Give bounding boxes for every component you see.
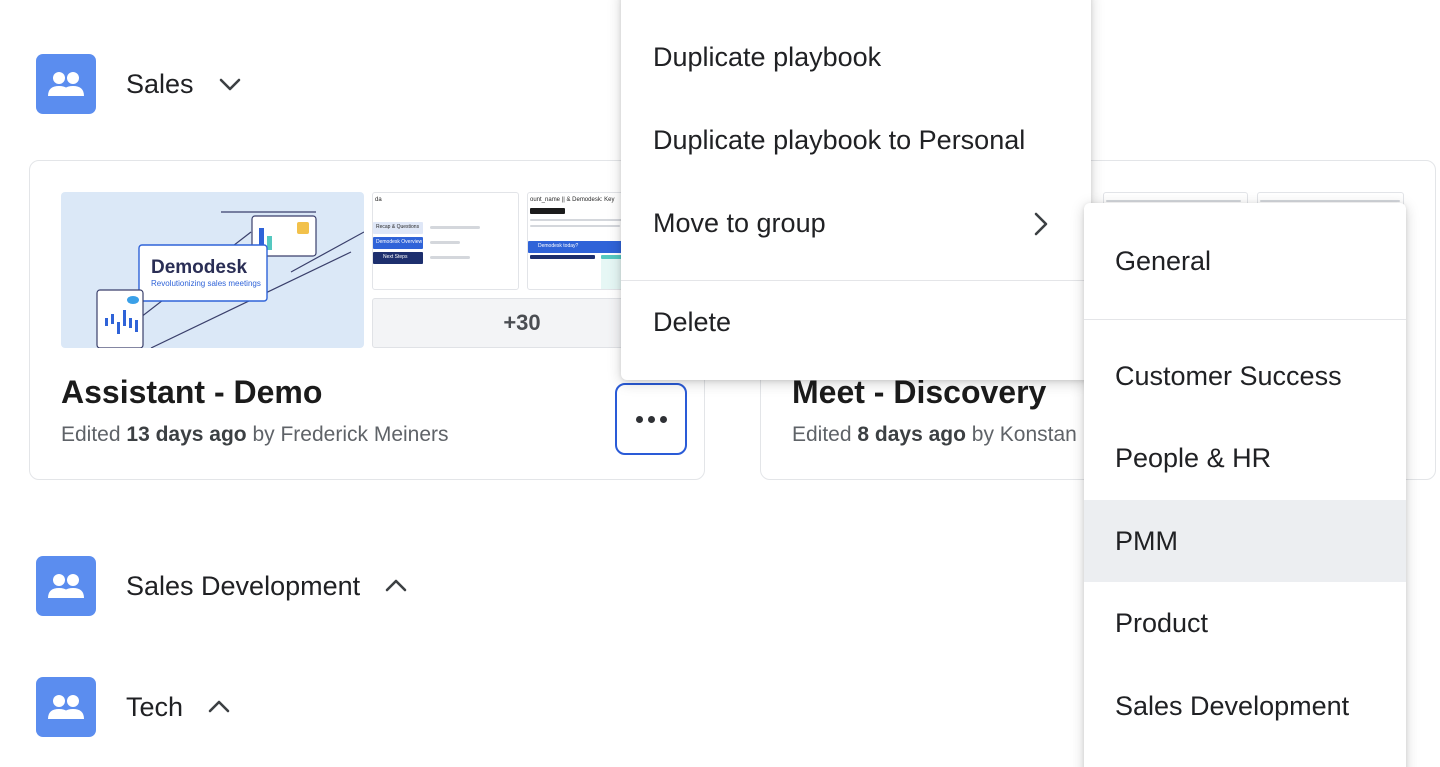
submenu-item-pmm[interactable]: PMM	[1084, 500, 1406, 582]
submenu-item-product[interactable]: Product	[1084, 582, 1406, 664]
group-title: Sales	[126, 68, 194, 99]
playbook-card[interactable]: Demodesk Revolutionizing sales meetings …	[29, 160, 705, 480]
submenu-item-people-hr[interactable]: People & HR	[1084, 417, 1406, 499]
group-people-icon	[36, 54, 96, 114]
logo-tagline: Revolutionizing sales meetings	[151, 279, 261, 288]
slide-thumbnail[interactable]: da Recap & Questions Demodesk Overview N…	[372, 192, 519, 290]
submenu-item-customer-success[interactable]: Customer Success	[1084, 335, 1406, 417]
submenu-item-general[interactable]: General	[1084, 220, 1406, 302]
menu-divider	[1084, 319, 1406, 320]
group-title: Sales Development	[126, 570, 361, 601]
group-title: Tech	[126, 691, 184, 722]
group-people-icon	[36, 677, 96, 737]
logo-wordmark: Demodesk	[151, 257, 248, 278]
chevron-down-icon[interactable]	[216, 70, 244, 98]
more-options-button[interactable]	[615, 383, 687, 455]
playbook-title: Assistant - Demo	[61, 374, 323, 410]
menu-item-delete[interactable]: Delete	[621, 287, 1091, 357]
menu-item-label: Move to group	[653, 207, 826, 238]
playbooks-page: Sales Demodesk Revolutionizing sales mee…	[0, 0, 1440, 767]
menu-divider	[621, 280, 1091, 281]
move-to-group-submenu: General Customer Success People & HR PMM…	[1084, 203, 1406, 767]
group-header-tech[interactable]: Tech	[36, 677, 233, 737]
menu-item-move-to-group[interactable]: Move to group	[621, 188, 1091, 258]
menu-item-duplicate-to-personal[interactable]: Duplicate playbook to Personal	[621, 105, 1091, 175]
playbook-edited-meta: Edited 8 days ago by Konstan	[792, 423, 1077, 446]
chevron-right-icon	[1033, 211, 1049, 244]
playbook-edited-meta: Edited 13 days ago by Frederick Meiners	[61, 423, 449, 446]
chevron-up-icon[interactable]	[205, 693, 233, 721]
playbook-context-menu: Duplicate playbook Duplicate playbook to…	[621, 0, 1091, 380]
playbook-cover-image: Demodesk Revolutionizing sales meetings	[61, 192, 364, 348]
group-people-icon	[36, 556, 96, 616]
group-header-sales-development[interactable]: Sales Development	[36, 556, 410, 616]
menu-item-duplicate-playbook[interactable]: Duplicate playbook	[621, 22, 1091, 92]
chevron-up-icon[interactable]	[382, 572, 410, 600]
group-header-sales[interactable]: Sales	[36, 54, 244, 114]
more-dots-icon	[635, 415, 643, 423]
submenu-item-sales-development[interactable]: Sales Development	[1084, 665, 1406, 747]
